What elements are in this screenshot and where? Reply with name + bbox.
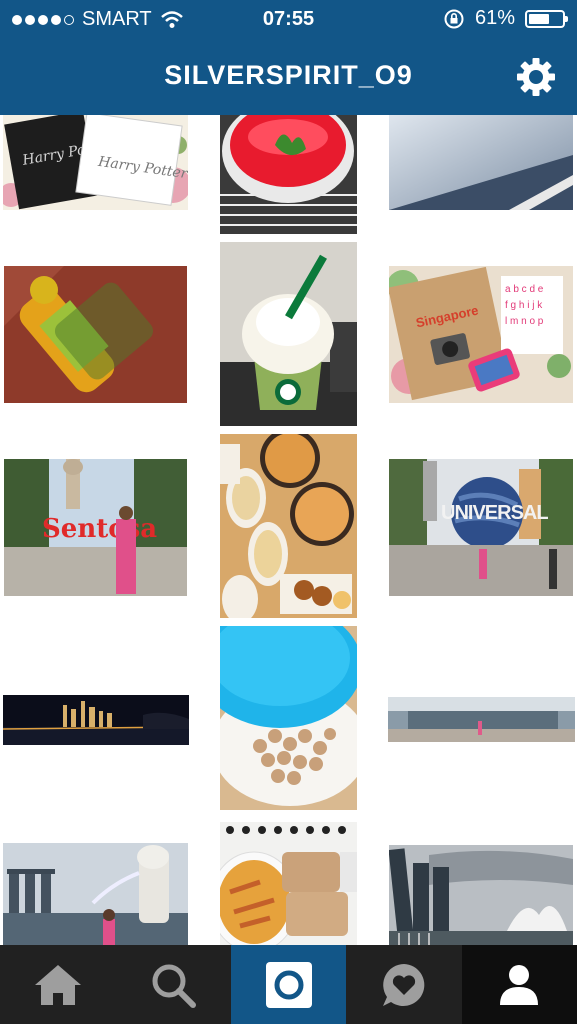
photo-red-jelly-dessert[interactable] — [220, 115, 357, 234]
status-right: 61% — [443, 7, 568, 30]
svg-text:a b c d e: a b c d e — [505, 284, 544, 295]
photo-marina-bay-night-panorama[interactable] — [3, 695, 189, 745]
gear-icon[interactable] — [515, 56, 557, 98]
person-icon — [500, 964, 539, 1005]
photo-grid: Harry Potter Harry Potter Singapore a b … — [0, 115, 577, 945]
photo-food-platter[interactable] — [220, 434, 357, 618]
photo-sky-window[interactable] — [389, 115, 573, 210]
camera-icon — [265, 961, 312, 1008]
bottom-tab-bar — [0, 945, 577, 1024]
page-title: SILVERSPIRIT_O9 — [164, 60, 413, 90]
battery-icon — [525, 9, 568, 28]
photo-merlion-marina-bay-sands[interactable] — [3, 843, 188, 945]
rotation-lock-icon — [444, 9, 464, 28]
home-icon — [34, 964, 81, 1005]
photo-mango-juice-bottle[interactable] — [4, 266, 187, 403]
photo-singapore-notebook[interactable]: Singapore a b c d e f g h i j k l m n o … — [389, 266, 573, 403]
photo-starbucks-frappuccino[interactable] — [220, 242, 357, 426]
photo-sentosa-merlion[interactable]: Sentosa — [4, 459, 187, 596]
tab-camera[interactable] — [230, 945, 347, 1024]
tab-search[interactable] — [115, 945, 230, 1024]
tab-profile[interactable] — [461, 945, 577, 1024]
universal-label: UNIVERSAL — [441, 502, 548, 524]
photo-mall-panorama[interactable] — [388, 697, 575, 742]
sentosa-sign: Sentosa — [42, 514, 157, 544]
tab-home[interactable] — [0, 945, 115, 1024]
photo-pasta-bread[interactable] — [220, 822, 357, 945]
photo-tupperware-snack[interactable] — [220, 626, 357, 810]
heart-bubble-icon — [382, 963, 425, 1006]
search-icon — [152, 964, 197, 1008]
status-bar: SMART 07:55 61% — [0, 0, 577, 40]
photo-artscience-museum[interactable] — [389, 845, 573, 945]
photo-harry-potter-tickets[interactable]: Harry Potter Harry Potter — [3, 115, 188, 210]
svg-text:l m n o p: l m n o p — [505, 316, 544, 327]
svg-text:f g h i j k: f g h i j k — [505, 300, 543, 311]
profile-header: SILVERSPIRIT_O9 — [0, 40, 577, 115]
tab-activity[interactable] — [346, 945, 461, 1024]
photo-universal-globe[interactable]: UNIVERSAL — [389, 459, 573, 596]
battery-percent: 61% — [474, 7, 515, 29]
